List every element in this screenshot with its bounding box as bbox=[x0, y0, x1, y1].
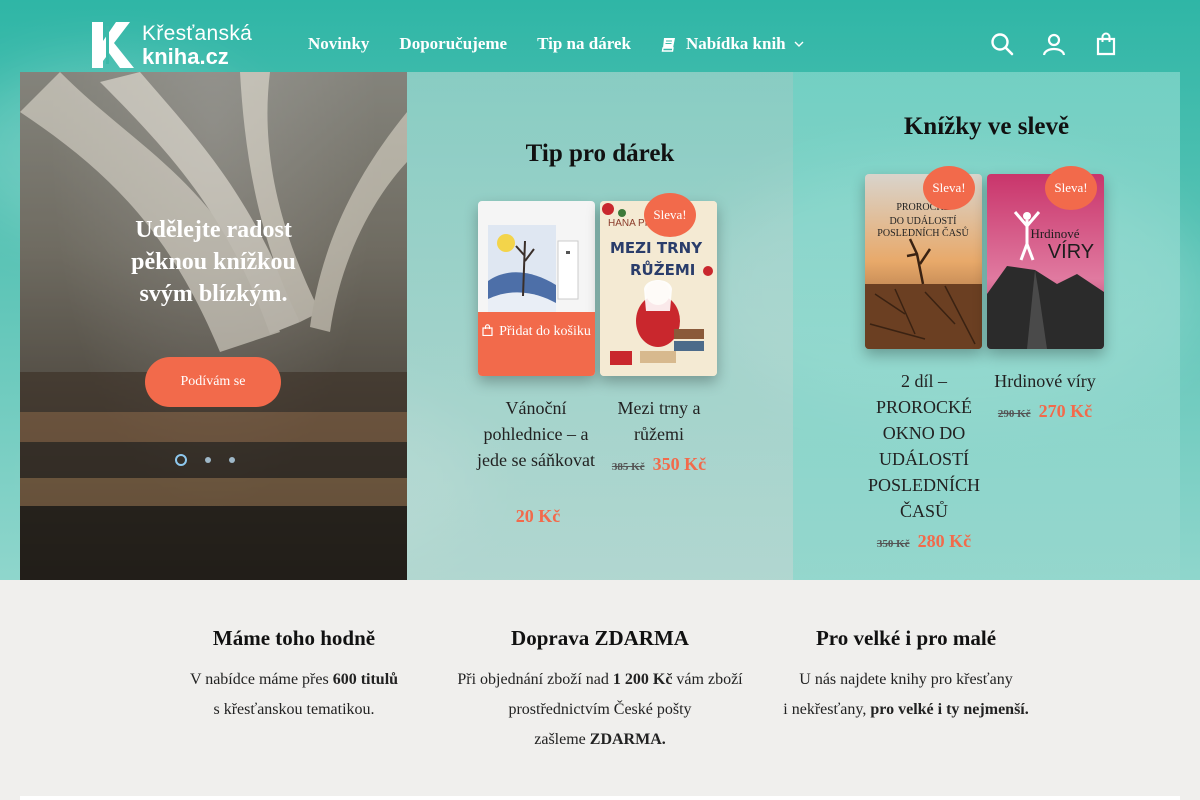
nav-item-doporucujeme[interactable]: Doporučujeme bbox=[399, 34, 507, 54]
nav-item-novinky[interactable]: Novinky bbox=[308, 34, 369, 54]
nav-label: Doporučujeme bbox=[399, 34, 508, 53]
feature-text: V nabídce máme přes 600 titulů s křesťans… bbox=[189, 671, 399, 718]
logo-line-2: kniha.cz bbox=[142, 43, 229, 69]
cover-title-2: RŮŽEMI bbox=[630, 259, 695, 279]
search-icon[interactable] bbox=[990, 32, 1014, 56]
book-price: 20 Kč bbox=[515, 506, 561, 526]
gift-tip-title: Tip pro dárek bbox=[525, 140, 675, 167]
main-nav: Novinky Doporučujeme Tip na dárek Nabídk… bbox=[308, 34, 804, 54]
slider-dot-1[interactable] bbox=[175, 454, 187, 466]
logo-k-icon bbox=[92, 22, 134, 68]
nav-item-tip-na-darek[interactable]: Tip na dárek bbox=[537, 34, 631, 54]
feature-text: U nás najdete knihy pro křesťany i nekřes… bbox=[783, 671, 1029, 718]
logo-line-1: Křesťanská bbox=[142, 21, 253, 45]
book-title[interactable]: 2 díl – PROROCKÉ OKNO DO UDÁLOSTÍ POSLED… bbox=[863, 368, 985, 524]
price-row: 350 Kč 280 Kč bbox=[863, 531, 985, 552]
cover-title-1: MEZI TRNY bbox=[610, 239, 703, 257]
hero-panels: Udělejte radost pěknou knížkou svým blíz… bbox=[20, 72, 1180, 580]
add-to-cart-button[interactable]: Přidat do košiku bbox=[478, 312, 595, 376]
book-price: 350 Kč bbox=[652, 454, 707, 474]
nav-item-nabidka-knih[interactable]: Nabídka knih bbox=[661, 34, 804, 54]
feature-title: Doprava ZDARMA bbox=[511, 626, 689, 650]
nav-label: Tip na dárek bbox=[537, 34, 631, 53]
book-title[interactable]: Hrdinové víry bbox=[984, 368, 1106, 394]
cover-title-2: VÍRY bbox=[1048, 240, 1094, 263]
shopping-bag-icon[interactable] bbox=[1094, 32, 1118, 56]
chevron-down-icon bbox=[794, 41, 804, 47]
slider-dots bbox=[175, 454, 235, 466]
content-card-edge bbox=[20, 796, 1180, 800]
book-title[interactable]: Mezi trny a růžemi bbox=[598, 395, 720, 447]
cover-line-3: POSLEDNÍCH ČASŮ bbox=[877, 226, 969, 239]
price-row: 385 Kč 350 Kč bbox=[598, 454, 720, 475]
book-cover-vanocni-pohlednice[interactable]: Přidat do košiku bbox=[478, 201, 595, 376]
feature-free-shipping: Doprava ZDARMA Při objednání zboží nad 1… bbox=[440, 626, 760, 755]
slider-dot-2[interactable] bbox=[205, 457, 211, 463]
old-price: 385 Kč bbox=[611, 461, 645, 473]
hero-heading: Udělejte radost pěknou knížkou svým blíz… bbox=[131, 217, 296, 307]
nav-label: Nabídka knih bbox=[685, 34, 786, 53]
old-price: 290 Kč bbox=[997, 408, 1031, 420]
sale-badge: Sleva! bbox=[923, 166, 975, 210]
gift-tip-panel: Tip pro dárek Přidat do košiku Vánoční p… bbox=[407, 72, 793, 580]
price-row: 290 Kč 270 Kč bbox=[984, 401, 1106, 422]
feature-text: Při objednání zboží nad 1 200 Kč vám zbo… bbox=[457, 671, 743, 748]
sale-title: Knížky ve slevě bbox=[903, 113, 1070, 140]
book-price: 270 Kč bbox=[1038, 401, 1093, 421]
slider-dot-3[interactable] bbox=[229, 457, 235, 463]
feature-for-everyone: Pro velké i pro malé U nás najdete knihy… bbox=[756, 626, 1056, 725]
feature-many-titles: Máme toho hodně V nabídce máme přes 600 … bbox=[144, 626, 444, 725]
cover-line-2: DO UDÁLOSTÍ bbox=[890, 215, 958, 227]
old-price: 350 Kč bbox=[876, 538, 910, 550]
hero-slide: Udělejte radost pěknou knížkou svým blíz… bbox=[20, 72, 407, 580]
bag-icon bbox=[482, 324, 493, 337]
header-icons bbox=[990, 32, 1118, 56]
account-icon[interactable] bbox=[1042, 32, 1066, 56]
book-icon bbox=[661, 37, 675, 52]
add-to-cart-label: Přidat do košiku bbox=[499, 324, 591, 339]
feature-title: Pro velké i pro malé bbox=[815, 626, 997, 650]
feature-title: Máme toho hodně bbox=[212, 626, 376, 650]
sale-badge: Sleva! bbox=[644, 193, 696, 237]
logo[interactable]: Křesťanská kniha.cz bbox=[92, 22, 252, 68]
price-row: 20 Kč bbox=[475, 506, 597, 527]
book-price: 280 Kč bbox=[917, 531, 972, 551]
open-book-image bbox=[20, 72, 407, 580]
sale-panel: Knížky ve slevě PROROCKÉ DO UDÁLOSTÍ POS… bbox=[793, 72, 1180, 580]
cover-title-1: Hrdinové bbox=[1030, 226, 1079, 241]
hero-cta-button[interactable]: Podívám se bbox=[145, 357, 281, 407]
nav-label: Novinky bbox=[308, 34, 370, 53]
sale-badge: Sleva! bbox=[1045, 166, 1097, 210]
features-section: Máme toho hodně V nabídce máme přes 600 … bbox=[0, 580, 1200, 800]
book-title[interactable]: Vánoční pohlednice – a jede se sáňkovat bbox=[475, 395, 597, 473]
